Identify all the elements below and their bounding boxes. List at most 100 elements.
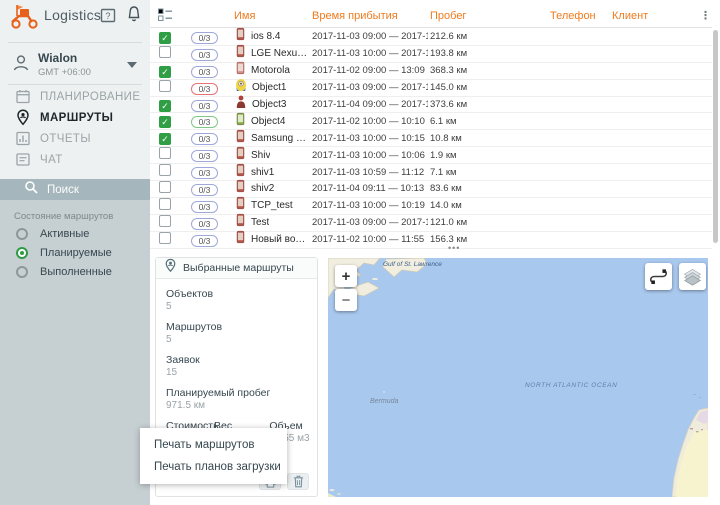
route-count-badge: 0/3: [191, 150, 218, 162]
mileage-value: 7.1 км: [428, 167, 548, 178]
arrival-time: 2017-11-04 09:11 — 10:13: [310, 183, 428, 194]
sidebar-item-routes[interactable]: МАРШРУТЫ: [0, 107, 150, 128]
route-state-label: Состояние маршрутов: [14, 211, 113, 222]
unit-name: shiv1: [251, 167, 274, 178]
context-menu-item[interactable]: Печать планов загрузки: [140, 456, 287, 478]
column-header-client[interactable]: Клиент: [610, 7, 698, 25]
row-checkbox[interactable]: [159, 198, 171, 210]
sidebar-item-label: ЧАТ: [40, 154, 63, 166]
table-row[interactable]: 0/3Object12017-11-03 09:00 — 2017-11-...…: [150, 80, 712, 97]
user-avatar-icon: [12, 53, 30, 78]
map-canvas: Gulf of St. Lawrence NORTH ATLANTIC OCEA…: [328, 258, 708, 497]
arrival-time: 2017-11-03 10:00 — 10:15: [310, 133, 428, 144]
sidebar-item-planning[interactable]: ПЛАНИРОВАНИЕ: [0, 86, 150, 107]
zoom-in-button[interactable]: +: [335, 265, 357, 287]
pin-icon: [15, 109, 32, 126]
column-header-name[interactable]: Имя: [232, 7, 310, 25]
splitter-handle[interactable]: •••: [448, 243, 460, 253]
panel-header: Выбранные маршруты: [156, 258, 317, 279]
route-count-badge: 0/3: [191, 218, 218, 230]
table-row[interactable]: 0/3shiv12017-11-03 10:59 — 11:127.1 км: [150, 164, 712, 181]
table-row[interactable]: 0/3Shiv2017-11-03 10:00 — 10:061.9 км: [150, 147, 712, 164]
help-box-icon[interactable]: ?: [99, 6, 117, 24]
mileage-value: 1.9 км: [428, 150, 548, 161]
row-checkbox[interactable]: [159, 80, 171, 92]
mileage-value: 121.0 км: [428, 217, 548, 228]
radio-icon[interactable]: [16, 247, 28, 259]
table-row[interactable]: ✓0/3Object32017-11-04 09:00 — 2017-11-..…: [150, 97, 712, 114]
divider: [8, 42, 142, 43]
route-state-option[interactable]: Выполненные: [0, 265, 150, 278]
table-row[interactable]: ✓0/3Object42017-11-02 10:00 — 10:106.1 к…: [150, 113, 712, 130]
map[interactable]: Gulf of St. Lawrence NORTH ATLANTIC OCEA…: [328, 258, 708, 497]
zoom-out-button[interactable]: −: [335, 289, 357, 311]
sidebar-item-chat[interactable]: ЧАТ: [0, 149, 150, 170]
mileage-value: 193.8 км: [428, 48, 548, 59]
radio-icon[interactable]: [16, 266, 28, 278]
table-row[interactable]: 0/3TCP_test2017-11-03 10:00 — 10:1914.0 …: [150, 198, 712, 215]
row-checkbox[interactable]: ✓: [159, 116, 171, 128]
unit-name: Object4: [251, 116, 285, 127]
mileage-value: 145.0 км: [428, 82, 548, 93]
row-checkbox[interactable]: [159, 46, 171, 58]
row-checkbox[interactable]: [159, 181, 171, 193]
column-header-mileage[interactable]: Пробег: [428, 7, 548, 25]
mileage-value: 373.6 км: [428, 99, 548, 110]
row-checkbox[interactable]: ✓: [159, 133, 171, 145]
logo-row: Logistics ?: [0, 0, 150, 34]
panel-stat: Заявок15: [166, 354, 317, 379]
panel-stats: Объектов5Маршрутов5Заявок15Планируемый п…: [156, 279, 317, 412]
table-row[interactable]: ✓0/3Samsung GT-I93...2017-11-03 10:00 — …: [150, 130, 712, 147]
radio-icon[interactable]: [16, 228, 28, 240]
route-track-button[interactable]: [645, 263, 672, 290]
column-header-phone[interactable]: Телефон: [548, 7, 610, 25]
table-row[interactable]: 0/3Новый водитель2017-11-02 10:00 — 11:5…: [150, 232, 712, 249]
row-checkbox[interactable]: ✓: [159, 66, 171, 78]
row-checkbox[interactable]: [159, 215, 171, 227]
search-bar[interactable]: Поиск: [0, 179, 150, 200]
arrival-time: 2017-11-03 10:00 — 10:06: [310, 150, 428, 161]
route-count-badge: 0/3: [191, 100, 218, 112]
table-scrollbar[interactable]: [713, 30, 718, 243]
mileage-value: 212.6 км: [428, 31, 548, 42]
table-row[interactable]: 0/3shiv22017-11-04 09:11 — 10:1383.6 км: [150, 181, 712, 198]
context-menu: Печать маршрутовПечать планов загрузки: [140, 428, 287, 484]
select-all-icon[interactable]: [150, 8, 184, 24]
delete-button[interactable]: [287, 473, 309, 490]
context-menu-item[interactable]: Печать маршрутов: [140, 434, 287, 456]
table-row[interactable]: ✓0/3ios 8.42017-11-03 09:00 — 2017-11-..…: [150, 29, 712, 46]
row-checkbox[interactable]: [159, 164, 171, 176]
bell-icon[interactable]: [126, 5, 142, 24]
route-count-badge: 0/3: [191, 32, 218, 44]
route-state-options: Активные Планируемые Выполненные: [0, 227, 150, 284]
user-dropdown-caret-icon[interactable]: [127, 62, 137, 68]
unit-name: LGE Nexus 5: [251, 48, 310, 59]
column-header-arrival[interactable]: Время прибытия: [310, 7, 428, 25]
map-label-gulf: Gulf of St. Lawrence: [383, 261, 442, 268]
route-state-option[interactable]: Планируемые: [0, 246, 150, 259]
user-row[interactable]: Wialon GMT +06:00: [0, 48, 150, 82]
layers-button[interactable]: [679, 263, 706, 290]
unit-name: shiv2: [251, 183, 274, 194]
user-name: Wialon: [38, 51, 77, 65]
arrival-time: 2017-11-03 09:00 — 2017-11-...: [310, 31, 428, 42]
table-row[interactable]: ✓0/3Motorola2017-11-02 09:00 — 13:09368.…: [150, 63, 712, 80]
row-checkbox[interactable]: [159, 147, 171, 159]
radio-label: Планируемые: [40, 247, 112, 259]
row-checkbox[interactable]: ✓: [159, 100, 171, 112]
map-label-ocean: NORTH ATLANTIC OCEAN: [525, 382, 617, 389]
table-row[interactable]: 0/3LGE Nexus 52017-11-03 10:00 — 2017-11…: [150, 46, 712, 63]
row-checkbox[interactable]: [159, 232, 171, 244]
route-count-badge: 0/3: [191, 167, 218, 179]
arrival-time: 2017-11-04 09:00 — 2017-11-...: [310, 99, 428, 110]
sidebar-item-reports[interactable]: ОТЧЕТЫ: [0, 128, 150, 149]
app-title: Logistics: [44, 7, 101, 23]
table-row[interactable]: 0/3Test2017-11-03 09:00 — 2017-11-...121…: [150, 215, 712, 232]
route-count-badge: 0/3: [191, 133, 218, 145]
table-menu-icon[interactable]: ⋮: [698, 7, 712, 25]
unit-name: Object1: [252, 82, 286, 93]
panel-title: Выбранные маршруты: [183, 262, 294, 274]
row-checkbox[interactable]: ✓: [159, 32, 171, 44]
stat-label: Заявок: [166, 354, 317, 367]
route-state-option[interactable]: Активные: [0, 227, 150, 240]
